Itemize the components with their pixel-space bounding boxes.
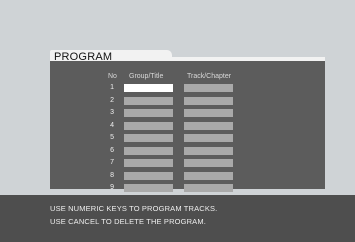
track-chapter-field[interactable] <box>184 171 233 180</box>
track-chapter-field[interactable] <box>184 96 233 105</box>
group-title-field[interactable] <box>124 96 173 105</box>
row-number: 5 <box>110 134 114 141</box>
group-title-field[interactable] <box>124 121 173 130</box>
track-chapter-field[interactable] <box>184 121 233 130</box>
track-chapter-field[interactable] <box>184 134 233 142</box>
help-message-numeric-keys: USE NUMERIC KEYS TO PROGRAM TRACKS. <box>50 204 218 213</box>
track-chapter-field[interactable] <box>184 184 233 192</box>
help-message-cancel: USE CANCEL TO DELETE THE PROGRAM. <box>50 217 206 226</box>
program-table: No Group/Title Track/Chapter 1 2 3 4 5 6… <box>50 61 325 205</box>
row-number: 4 <box>110 121 114 129</box>
track-chapter-field[interactable] <box>184 159 233 167</box>
row-number: 6 <box>110 146 114 154</box>
table-row: 9 <box>50 182 325 194</box>
row-number: 7 <box>110 159 114 166</box>
column-header-no: No <box>108 73 117 80</box>
column-header-track-chapter: Track/Chapter <box>187 73 232 80</box>
table-row: 1 <box>50 82 325 94</box>
table-row: 6 <box>50 145 325 157</box>
group-title-field[interactable] <box>124 109 173 117</box>
group-title-field[interactable] <box>124 134 173 142</box>
group-title-field[interactable] <box>124 184 173 192</box>
program-panel: PROGRAM No Group/Title Track/Chapter 1 2… <box>50 50 325 205</box>
table-row: 7 <box>50 157 325 169</box>
row-number: 2 <box>110 96 114 104</box>
osd-screen: PROGRAM No Group/Title Track/Chapter 1 2… <box>0 0 355 242</box>
track-chapter-field[interactable] <box>184 109 233 117</box>
row-number: 8 <box>110 171 114 179</box>
group-title-field[interactable] <box>124 159 173 167</box>
table-row: 8 <box>50 170 325 182</box>
table-row: 5 <box>50 132 325 144</box>
track-chapter-field[interactable] <box>184 84 233 92</box>
group-title-field[interactable] <box>124 146 173 155</box>
column-header-group-title: Group/Title <box>129 73 164 80</box>
row-number: 9 <box>110 184 114 191</box>
table-row: 3 <box>50 107 325 119</box>
row-number: 1 <box>110 84 114 91</box>
group-title-field[interactable] <box>124 171 173 180</box>
track-chapter-field[interactable] <box>184 146 233 155</box>
table-row: 4 <box>50 120 325 132</box>
row-number: 3 <box>110 109 114 116</box>
table-row: 2 <box>50 95 325 107</box>
group-title-field[interactable] <box>124 84 173 92</box>
help-footer: USE NUMERIC KEYS TO PROGRAM TRACKS. USE … <box>0 195 355 242</box>
